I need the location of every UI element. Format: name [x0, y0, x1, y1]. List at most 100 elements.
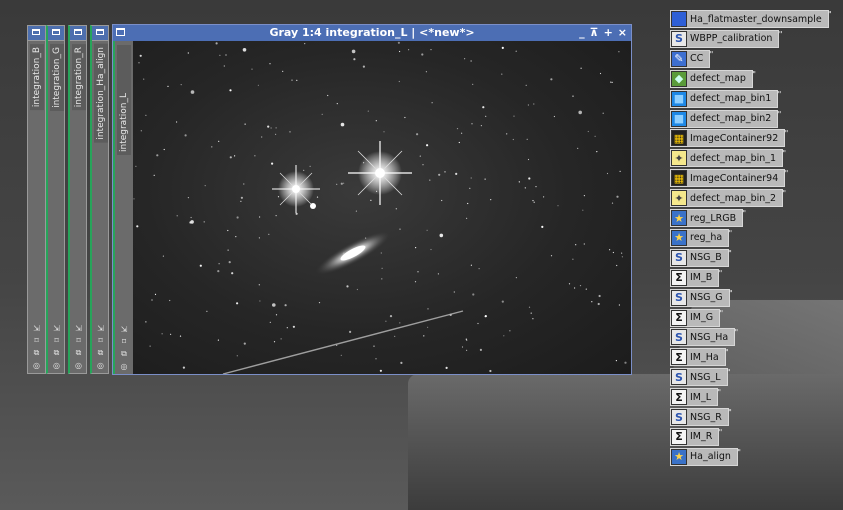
process-icon-item[interactable]: ■ defect_map_bin2 " [670, 109, 781, 128]
icon-grip-icon: " [728, 408, 732, 417]
sigma-icon: Σ [671, 389, 687, 406]
icon-grip-icon: " [734, 328, 739, 338]
target-icon[interactable]: ◎ [97, 361, 104, 370]
sigma-icon: Σ [671, 349, 687, 366]
resize-icon[interactable]: ⇲ [53, 324, 60, 333]
process-icon-item[interactable]: Σ IM_R " [670, 427, 722, 446]
process-icon-item[interactable]: Ha_flatmaster_downsample " [670, 10, 832, 28]
process-icon-label: ImageContainer94 [690, 172, 779, 184]
defect-map-icon: ◆ [671, 70, 687, 87]
resize-icon[interactable]: ⇲ [33, 324, 40, 333]
resize-icon[interactable]: ⇲ [121, 325, 128, 334]
window-menu-icon[interactable] [28, 26, 45, 41]
icon-grip-icon: " [777, 109, 782, 119]
shade-button[interactable]: ⊼ [590, 25, 599, 41]
minimize-button[interactable]: _ [579, 25, 585, 41]
window-menu-icon[interactable] [70, 26, 86, 41]
process-icon-item[interactable]: Σ IM_Ha " [670, 348, 729, 367]
icon-grip-icon: " [717, 388, 722, 398]
script-icon: ✦ [671, 190, 687, 207]
astro-image-canvas[interactable] [133, 41, 631, 374]
process-icon-label: defect_map_bin_2 [690, 192, 777, 204]
process-icon-item[interactable]: S NSG_G " [670, 288, 733, 307]
close-button[interactable]: × [618, 25, 627, 41]
process-icon-item[interactable]: ✎ CC " [670, 49, 713, 68]
shade-icon[interactable]: ⌑ [122, 337, 126, 346]
window-label: integration_L [117, 45, 131, 155]
process-icon-item[interactable]: S NSG_L " [670, 368, 731, 387]
process-icon-item[interactable]: Σ IM_L " [670, 388, 722, 407]
process-icon-label: ImageContainer92 [690, 132, 779, 144]
resize-icon[interactable]: ⇲ [97, 324, 104, 333]
process-icon-label: defect_map_bin_1 [690, 152, 777, 164]
process-icon-item[interactable]: ★ reg_ha " [670, 228, 732, 247]
process-icon-item[interactable]: ★ reg_LRGB " [670, 209, 746, 227]
process-container-icon: S [671, 289, 687, 306]
process-icon-item[interactable]: S NSG_R " [670, 408, 732, 426]
icon-grip-icon: " [827, 10, 832, 19]
target-icon[interactable]: ◎ [53, 361, 60, 370]
shade-icon[interactable]: ⌑ [54, 336, 58, 345]
icon-grip-icon: " [784, 129, 789, 139]
side-window-integration-b[interactable]: integration_B ⇲ ⌑ ⧉ ◎ [27, 25, 46, 374]
clone-icon[interactable]: ⧉ [121, 349, 127, 359]
window-label: integration_G [49, 44, 64, 111]
icon-grip-icon: " [777, 89, 782, 99]
window-menu-icon[interactable] [92, 26, 108, 41]
window-tools: ⇲ ⌑ ⧉ ◎ [28, 324, 45, 370]
process-icon-item[interactable]: ✦ defect_map_bin_2 " [670, 189, 786, 208]
target-icon[interactable]: ◎ [121, 362, 128, 371]
sigma-icon: Σ [671, 428, 687, 445]
process-icon-item[interactable]: ▦ ImageContainer92 " [670, 129, 788, 148]
icon-grip-icon: " [782, 149, 787, 159]
shade-icon[interactable]: ⌑ [76, 336, 80, 345]
target-icon[interactable]: ◎ [33, 361, 40, 370]
clone-icon[interactable]: ⧉ [34, 348, 40, 358]
sigma-icon: Σ [671, 269, 687, 286]
process-icon-label: NSG_B [690, 252, 722, 264]
icon-grip-icon: " [737, 447, 741, 457]
process-icon-item[interactable]: ▦ ImageContainer94 " [670, 169, 788, 188]
star-alignment-icon: ★ [671, 448, 687, 465]
process-icon-item[interactable]: ■ defect_map_bin1 " [670, 89, 781, 108]
process-icon-label: WBPP_calibration [690, 33, 773, 45]
process-container-icon: S [671, 409, 687, 425]
process-icon-item[interactable]: ◆ defect_map " [670, 69, 756, 88]
process-icon-label: NSG_L [690, 371, 721, 383]
window-menu-icon[interactable] [116, 28, 125, 36]
process-container-icon: S [671, 249, 687, 266]
shade-icon[interactable]: ⌑ [98, 336, 102, 345]
icon-grip-icon: " [709, 49, 714, 59]
image-window-integration-l[interactable]: Gray 1:4 integration_L | <*new*> _ ⊼ + ×… [112, 24, 632, 375]
clone-icon[interactable]: ⧉ [54, 348, 60, 358]
clone-icon[interactable]: ⧉ [76, 348, 82, 358]
window-title-bar[interactable]: Gray 1:4 integration_L | <*new*> _ ⊼ + × [113, 25, 631, 41]
process-container-icon: S [671, 329, 687, 346]
shade-icon[interactable]: ⌑ [34, 336, 38, 345]
maximize-button[interactable]: + [604, 25, 613, 41]
process-icon-label: Ha_flatmaster_downsample [690, 13, 822, 25]
process-icon-item[interactable]: Σ IM_G " [670, 308, 723, 327]
clone-icon[interactable]: ⧉ [98, 348, 104, 358]
process-icon-label: IM_R [690, 431, 713, 443]
process-icon-label: reg_LRGB [690, 212, 737, 224]
resize-icon[interactable]: ⇲ [75, 324, 82, 333]
icon-grip-icon: " [784, 169, 789, 179]
process-icon-item[interactable]: S NSG_B " [670, 248, 732, 267]
window-controls: _ ⊼ + × [579, 25, 627, 41]
window-menu-icon[interactable] [48, 26, 64, 41]
side-window-integration-g[interactable]: integration_G ⇲ ⌑ ⧉ ◎ [46, 25, 65, 374]
process-icon-item[interactable]: ★ Ha_align " [670, 447, 741, 466]
window-tools: ⇲ ⌑ ⧉ ◎ [48, 324, 65, 370]
process-icon-item[interactable]: S NSG_Ha " [670, 328, 738, 347]
side-window-integration-ha-align[interactable]: integration_Ha_align ⇲ ⌑ ⧉ ◎ [90, 25, 109, 374]
window-label: integration_R [71, 44, 86, 111]
target-icon[interactable]: ◎ [75, 361, 82, 370]
side-window-integration-r[interactable]: integration_R ⇲ ⌑ ⧉ ◎ [68, 25, 87, 374]
process-icon-item[interactable]: ✦ defect_map_bin_1 " [670, 149, 787, 168]
icon-grip-icon: " [726, 368, 731, 378]
process-icon-label: Ha_align [690, 451, 731, 463]
process-icon-item[interactable]: S WBPP_calibration " [670, 29, 782, 48]
process-icon-item[interactable]: Σ IM_B " [670, 268, 722, 287]
cube-icon: ■ [671, 90, 687, 107]
